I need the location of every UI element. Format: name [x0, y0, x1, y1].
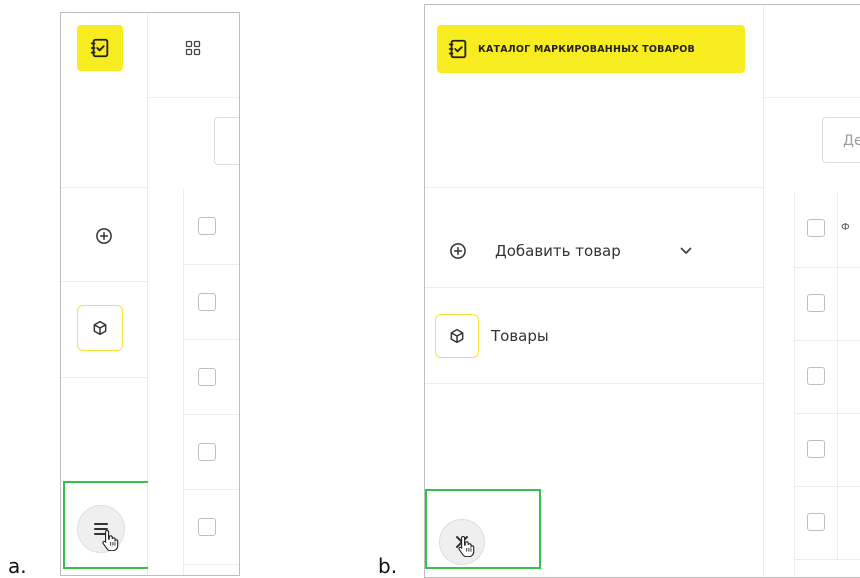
row-checkbox[interactable]: [198, 293, 216, 311]
table-row: [795, 487, 860, 560]
sidebar-divider: [425, 187, 763, 188]
checklist-icon: [448, 39, 467, 59]
table-header-row: Ф: [795, 193, 860, 268]
row-checkbox[interactable]: [807, 367, 825, 385]
add-icon-wrap: [445, 238, 471, 264]
table-row: [184, 265, 239, 340]
column-divider: [837, 414, 838, 486]
select-all-checkbox[interactable]: [198, 217, 216, 235]
column-header[interactable]: Ф: [841, 222, 850, 233]
grid-icon[interactable]: [185, 40, 201, 56]
caption-b: b.: [378, 554, 398, 578]
sidebar-divider: [425, 287, 763, 288]
screenshot-expanded-sidebar: КАТАЛОГ МАРКИРОВАННЫХ ТОВАРОВ Добавить т…: [424, 4, 860, 578]
sidebar-divider: [61, 187, 147, 188]
sidebar-divider: [61, 377, 147, 378]
sidebar-divider: [425, 383, 763, 384]
sidebar-collapsed: [61, 13, 165, 575]
main-content: Де Ф: [764, 5, 860, 577]
products-table: Ф: [794, 193, 860, 577]
top-bar: [148, 13, 239, 98]
sidebar-item-products[interactable]: Товары: [425, 289, 763, 383]
sidebar-item-add-product[interactable]: Добавить товар: [425, 215, 763, 287]
table-row: [184, 340, 239, 415]
chevron-down-icon[interactable]: [679, 244, 693, 258]
main-content: [148, 13, 239, 575]
checklist-icon: [90, 38, 109, 58]
row-checkbox[interactable]: [198, 518, 216, 536]
row-checkbox[interactable]: [807, 513, 825, 531]
products-table: [183, 189, 239, 575]
table-row: [795, 341, 860, 414]
catalog-logo[interactable]: КАТАЛОГ МАРКИРОВАННЫХ ТОВАРОВ: [437, 25, 745, 73]
hand-pointer-icon: [458, 535, 475, 557]
column-divider: [837, 341, 838, 413]
sidebar-expanded: КАТАЛОГ МАРКИРОВАННЫХ ТОВАРОВ Добавить т…: [425, 5, 764, 577]
table-row: [795, 414, 860, 487]
hand-pointer-icon: [102, 529, 119, 551]
row-checkbox[interactable]: [198, 443, 216, 461]
search-input[interactable]: Де: [822, 117, 860, 163]
products-icon-tile: [435, 314, 479, 358]
table-header-row: [184, 189, 239, 265]
plus-circle-icon: [96, 228, 112, 244]
catalog-logo[interactable]: [77, 25, 123, 71]
screenshot-collapsed-sidebar: [60, 12, 240, 576]
sidebar-item-label: Добавить товар: [495, 242, 621, 260]
cube-icon: [450, 328, 464, 344]
search-input[interactable]: [214, 117, 239, 165]
column-divider: [837, 193, 838, 267]
cube-icon: [93, 320, 107, 336]
row-checkbox[interactable]: [807, 294, 825, 312]
table-row: [184, 490, 239, 565]
caption-a: a.: [8, 554, 27, 578]
sidebar-item-label: Товары: [491, 327, 549, 345]
table-row: [184, 415, 239, 490]
table-row: [795, 268, 860, 341]
add-product-button[interactable]: [91, 223, 117, 249]
column-divider: [837, 487, 838, 559]
plus-circle-icon: [450, 243, 466, 259]
sidebar-divider: [61, 281, 147, 282]
products-nav-button[interactable]: [77, 305, 123, 351]
row-checkbox[interactable]: [198, 368, 216, 386]
top-bar: [764, 5, 860, 98]
select-all-checkbox[interactable]: [807, 219, 825, 237]
row-checkbox[interactable]: [807, 440, 825, 458]
column-divider: [837, 268, 838, 340]
catalog-title: КАТАЛОГ МАРКИРОВАННЫХ ТОВАРОВ: [478, 43, 695, 55]
